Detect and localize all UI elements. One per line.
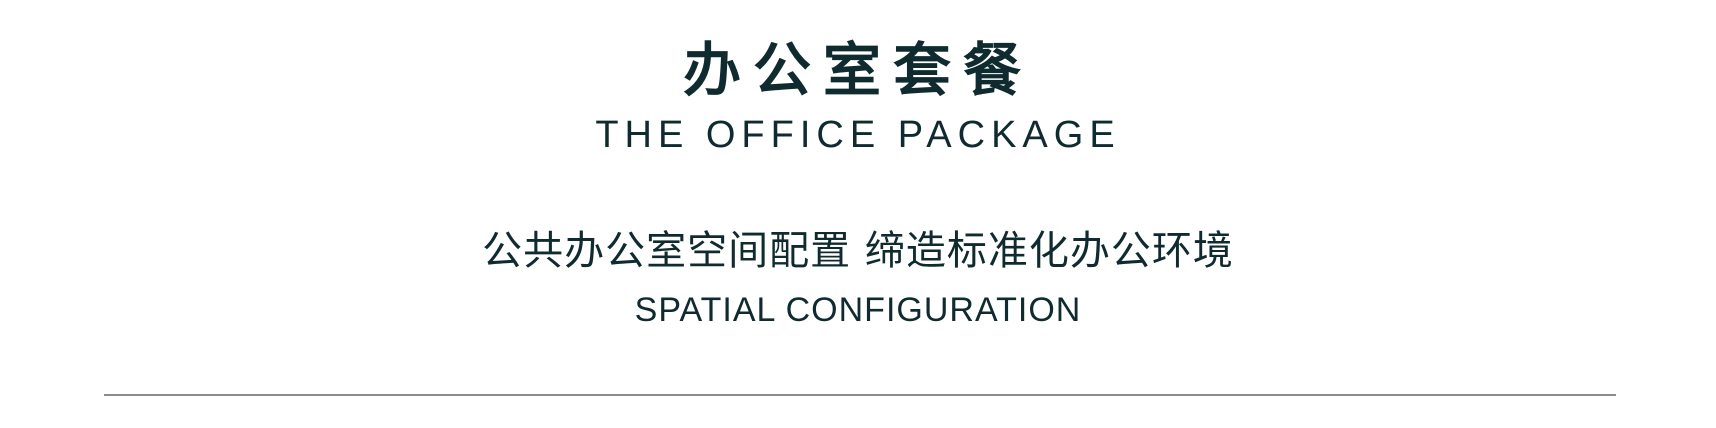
- section-subtitle-english: SPATIAL CONFIGURATION: [634, 291, 1082, 329]
- page-title-english: THE OFFICE PACKAGE: [595, 114, 1121, 156]
- section-subtitle: 公共办公室空间配置 缔造标准化办公环境: [482, 228, 1234, 274]
- divider-line: [104, 394, 1616, 396]
- page-title: 办公室套餐: [682, 36, 1033, 104]
